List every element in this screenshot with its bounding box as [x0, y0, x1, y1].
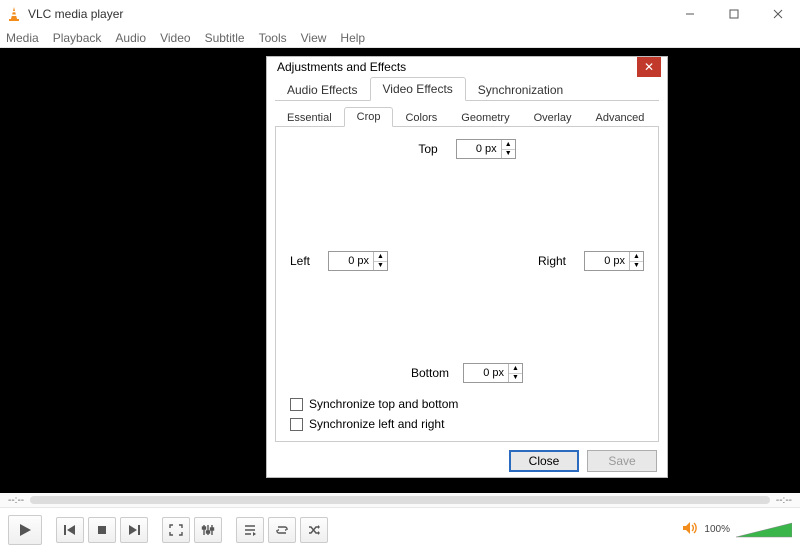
save-button[interactable]: Save [587, 450, 657, 472]
crop-left-value: 0 px [329, 255, 373, 267]
time-elapsed: --:-- [8, 495, 24, 506]
subtab-crop[interactable]: Crop [344, 107, 394, 127]
video-effects-subtabs: Essential Crop Colors Geometry Overlay A… [267, 107, 667, 127]
close-window-button[interactable] [756, 0, 800, 28]
menu-view[interactable]: View [301, 31, 327, 45]
menu-bar: Media Playback Audio Video Subtitle Tool… [0, 28, 800, 48]
spinner-down-icon[interactable]: ▼ [374, 261, 387, 271]
playback-controls: 100% [0, 507, 800, 551]
seek-slider[interactable] [30, 496, 770, 504]
menu-video[interactable]: Video [160, 31, 190, 45]
extended-settings-button[interactable] [194, 517, 222, 543]
playlist-icon [243, 524, 257, 536]
subtab-colors[interactable]: Colors [393, 109, 449, 127]
crop-top-label: Top [418, 142, 437, 156]
crop-bottom-spinner[interactable]: 0 px ▲▼ [463, 363, 523, 383]
menu-audio[interactable]: Audio [115, 31, 146, 45]
window-title: VLC media player [28, 7, 668, 21]
menu-subtitle[interactable]: Subtitle [205, 31, 245, 45]
play-button[interactable] [8, 515, 42, 545]
video-area: Adjustments and Effects ✕ Audio Effects … [0, 48, 800, 493]
subtab-overlay[interactable]: Overlay [522, 109, 584, 127]
shuffle-icon [307, 524, 321, 536]
speaker-icon[interactable] [682, 521, 698, 538]
spinner-down-icon[interactable]: ▼ [630, 261, 643, 271]
tab-synchronization[interactable]: Synchronization [466, 79, 575, 101]
crop-right-label: Right [538, 254, 566, 268]
dialog-close-button[interactable]: ✕ [637, 57, 661, 77]
subtab-essential[interactable]: Essential [275, 109, 344, 127]
stop-button[interactable] [88, 517, 116, 543]
skip-back-icon [63, 524, 77, 536]
sync-top-bottom-label: Synchronize top and bottom [309, 397, 458, 411]
skip-forward-icon [127, 524, 141, 536]
tab-audio-effects[interactable]: Audio Effects [275, 79, 370, 101]
crop-left-spinner[interactable]: 0 px ▲▼ [328, 251, 388, 271]
dialog-titlebar[interactable]: Adjustments and Effects ✕ [267, 57, 667, 77]
stop-icon [96, 524, 108, 536]
sync-left-right-checkbox[interactable] [290, 418, 303, 431]
vlc-cone-icon [6, 6, 22, 22]
seek-bar-row: --:-- --:-- [0, 493, 800, 507]
crop-right-value: 0 px [585, 255, 629, 267]
tab-video-effects[interactable]: Video Effects [370, 77, 466, 101]
time-total: --:-- [776, 495, 792, 506]
title-bar: VLC media player [0, 0, 800, 28]
sliders-icon [201, 524, 215, 536]
crop-top-spinner[interactable]: 0 px ▲▼ [456, 139, 516, 159]
crop-panel: Top 0 px ▲▼ Left 0 px ▲▼ Right [275, 127, 659, 442]
loop-icon [275, 524, 289, 536]
minimize-button[interactable] [668, 0, 712, 28]
menu-playback[interactable]: Playback [53, 31, 102, 45]
spinner-up-icon[interactable]: ▲ [374, 252, 387, 261]
subtab-advanced[interactable]: Advanced [583, 109, 656, 127]
playlist-button[interactable] [236, 517, 264, 543]
spinner-up-icon[interactable]: ▲ [630, 252, 643, 261]
menu-media[interactable]: Media [6, 31, 39, 45]
crop-bottom-value: 0 px [464, 367, 508, 379]
menu-help[interactable]: Help [340, 31, 365, 45]
spinner-up-icon[interactable]: ▲ [502, 140, 515, 149]
sync-left-right-label: Synchronize left and right [309, 417, 444, 431]
loop-button[interactable] [268, 517, 296, 543]
adjustments-effects-dialog: Adjustments and Effects ✕ Audio Effects … [266, 56, 668, 478]
previous-button[interactable] [56, 517, 84, 543]
dialog-title: Adjustments and Effects [277, 60, 637, 74]
dialog-main-tabs: Audio Effects Video Effects Synchronizat… [267, 77, 667, 101]
crop-left-label: Left [290, 254, 310, 268]
next-button[interactable] [120, 517, 148, 543]
close-button[interactable]: Close [509, 450, 579, 472]
fullscreen-icon [169, 524, 183, 536]
spinner-down-icon[interactable]: ▼ [509, 373, 522, 383]
crop-bottom-label: Bottom [411, 366, 449, 380]
menu-tools[interactable]: Tools [259, 31, 287, 45]
volume-percent: 100% [704, 524, 730, 535]
subtab-geometry[interactable]: Geometry [449, 109, 521, 127]
spinner-down-icon[interactable]: ▼ [502, 149, 515, 159]
fullscreen-button[interactable] [162, 517, 190, 543]
shuffle-button[interactable] [300, 517, 328, 543]
spinner-up-icon[interactable]: ▲ [509, 364, 522, 373]
crop-top-value: 0 px [457, 143, 501, 155]
play-icon [18, 523, 32, 537]
volume-slider[interactable] [736, 521, 792, 539]
maximize-button[interactable] [712, 0, 756, 28]
sync-top-bottom-checkbox[interactable] [290, 398, 303, 411]
crop-right-spinner[interactable]: 0 px ▲▼ [584, 251, 644, 271]
